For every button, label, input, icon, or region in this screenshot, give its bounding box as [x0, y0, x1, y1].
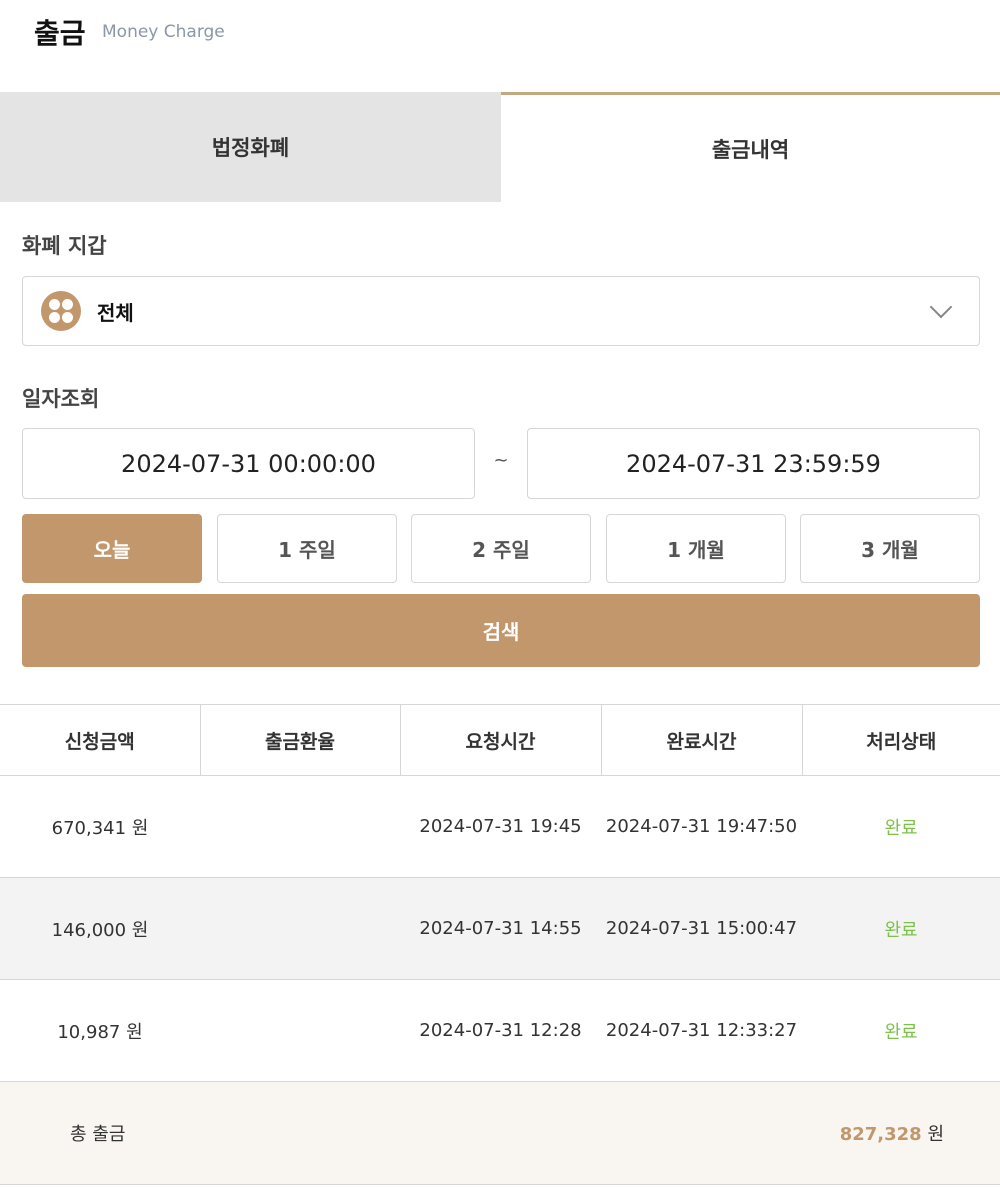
end-date-input[interactable]: 2024-07-31 23:59:59	[527, 428, 980, 499]
completed-cell: 2024-07-31 15:00:47	[601, 877, 802, 980]
header-status: 처리상태	[801, 704, 1000, 776]
tab-fiat[interactable]: 법정화폐	[0, 92, 501, 202]
requested-cell: 2024-07-31 19:45	[400, 775, 601, 878]
amount-cell: 146,000 원	[0, 877, 200, 980]
chevron-down-icon	[929, 295, 953, 319]
wallet-label: 화폐 지갑	[22, 234, 107, 258]
completed-cell: 2024-07-31 12:33:27	[601, 979, 802, 1082]
amount-cell: 10,987 원	[0, 979, 200, 1082]
total-label: 총 출금	[0, 1081, 400, 1185]
header-completed: 완료시간	[600, 704, 802, 776]
header-amount: 신청금액	[0, 704, 200, 776]
rate-cell	[200, 775, 400, 878]
status-badge: 완료	[802, 877, 1000, 980]
total-unit: 원	[927, 1124, 944, 1145]
header-requested: 요청시간	[399, 704, 601, 776]
total-amount-cell: 827,328 원	[400, 1081, 1000, 1185]
page-subtitle: Money Charge	[102, 22, 225, 42]
start-date-input[interactable]: 2024-07-31 00:00:00	[22, 428, 475, 499]
rate-cell	[200, 877, 400, 980]
date-query-label: 일자조회	[22, 387, 100, 411]
table-row: 670,341 원 2024-07-31 19:45 2024-07-31 19…	[0, 775, 1000, 878]
amount-cell: 670,341 원	[0, 775, 200, 878]
period-2week-button[interactable]: 2 주일	[411, 514, 591, 583]
rate-cell	[200, 979, 400, 1082]
table-row: 146,000 원 2024-07-31 14:55 2024-07-31 15…	[0, 877, 1000, 980]
date-separator: ~	[493, 450, 509, 471]
table-header-row: 신청금액 출금환율 요청시간 완료시간 처리상태	[0, 704, 1000, 776]
completed-cell: 2024-07-31 19:47:50	[601, 775, 802, 878]
status-badge: 완료	[802, 979, 1000, 1082]
status-badge: 완료	[802, 775, 1000, 878]
withdrawal-table: 신청금액 출금환율 요청시간 완료시간 처리상태 670,341 원 2024-…	[0, 704, 1000, 1185]
search-button[interactable]: 검색	[22, 594, 980, 667]
coin-icon	[41, 291, 81, 331]
page-title: 출금	[34, 17, 86, 50]
wallet-select[interactable]: 전체	[22, 276, 980, 346]
requested-cell: 2024-07-31 12:28	[400, 979, 601, 1082]
total-amount: 827,328	[839, 1124, 922, 1145]
period-1week-button[interactable]: 1 주일	[217, 514, 397, 583]
total-row: 총 출금 827,328 원	[0, 1081, 1000, 1185]
header-rate: 출금환율	[199, 704, 400, 776]
tab-withdrawal-history[interactable]: 출금내역	[501, 92, 1000, 202]
period-today-button[interactable]: 오늘	[22, 514, 202, 583]
wallet-selected-value: 전체	[97, 300, 134, 325]
requested-cell: 2024-07-31 14:55	[400, 877, 601, 980]
period-3month-button[interactable]: 3 개월	[800, 514, 980, 583]
table-row: 10,987 원 2024-07-31 12:28 2024-07-31 12:…	[0, 979, 1000, 1082]
period-1month-button[interactable]: 1 개월	[606, 514, 786, 583]
